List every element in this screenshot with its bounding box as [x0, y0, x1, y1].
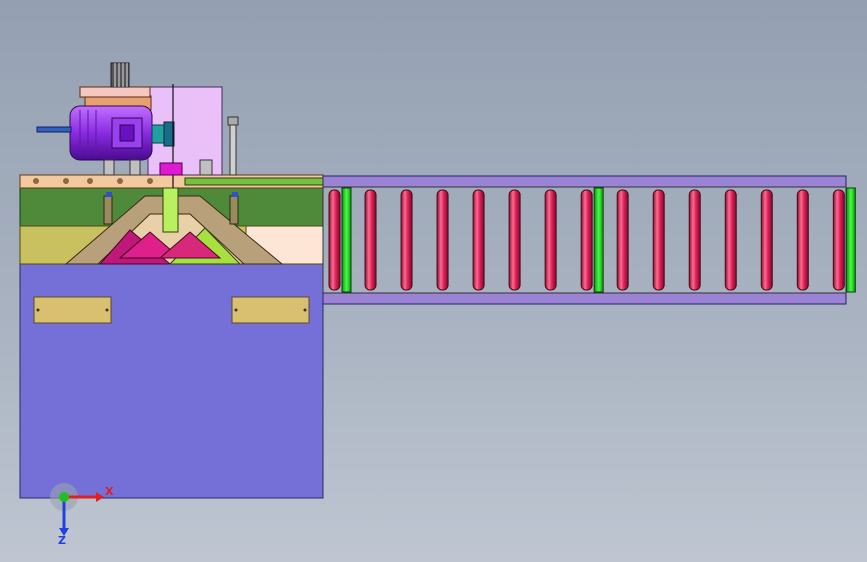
- conveyor-roller: [724, 189, 737, 291]
- conveyor-roller: [760, 189, 773, 291]
- machine-base-frame: [19, 263, 324, 499]
- conveyor-roller: [544, 189, 557, 291]
- cad-model-scene[interactable]: [0, 0, 867, 562]
- cutting-table: [19, 174, 324, 265]
- nameplate-right: [231, 296, 310, 324]
- conveyor-roller: [328, 189, 341, 291]
- y-axis-dot: [59, 492, 69, 502]
- conveyor-roller: [472, 189, 485, 291]
- conveyor-roller: [436, 189, 449, 291]
- conveyor-roller: [508, 189, 521, 291]
- x-axis-label: X: [105, 485, 114, 498]
- conveyor-roller: [796, 189, 809, 291]
- conveyor-roller: [832, 189, 845, 291]
- z-axis-label: Z: [58, 534, 66, 547]
- conveyor-roller: [688, 189, 701, 291]
- coordinate-triad: X Z: [50, 483, 114, 547]
- motor-assembly: [36, 62, 239, 188]
- roller-divider: [341, 187, 352, 293]
- conveyor-roller: [580, 189, 593, 291]
- conveyor-roller: [364, 189, 377, 291]
- nameplate-left: [33, 296, 112, 324]
- conveyor-roller: [400, 189, 413, 291]
- roller-divider: [845, 187, 856, 293]
- roller-divider: [593, 187, 604, 293]
- conveyor-roller: [616, 189, 629, 291]
- cad-viewport[interactable]: X Z: [0, 0, 867, 562]
- conveyor-roller: [652, 189, 665, 291]
